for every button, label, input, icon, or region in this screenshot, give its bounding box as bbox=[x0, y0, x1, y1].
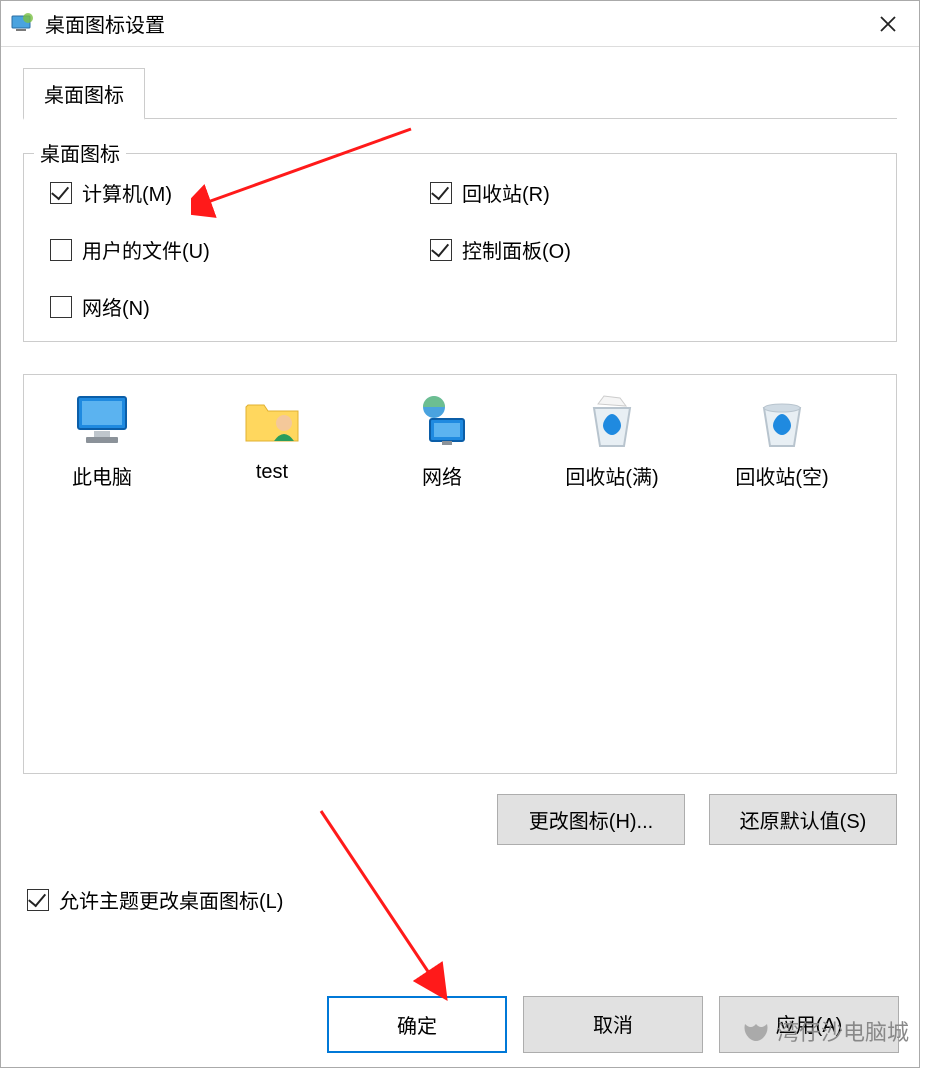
checkbox-icon bbox=[430, 239, 452, 261]
icon-item-network[interactable]: 网络 bbox=[378, 389, 506, 490]
recyclebin-empty-icon bbox=[718, 389, 846, 453]
recyclebin-full-icon bbox=[548, 389, 676, 453]
checkbox-userfiles[interactable]: 用户的文件(U) bbox=[50, 235, 420, 264]
dialog-window: 桌面图标设置 桌面图标 桌面图标 计算机(M) 回收站(R) bbox=[0, 0, 920, 1068]
app-icon bbox=[9, 11, 35, 37]
icon-label: 回收站(满) bbox=[548, 461, 676, 490]
icon-label: 回收站(空) bbox=[718, 461, 846, 490]
icon-preview-panel: 此电脑 test bbox=[23, 374, 897, 774]
content-area: 桌面图标 桌面图标 计算机(M) 回收站(R) 用户的文件(U) bbox=[1, 47, 919, 924]
close-button[interactable] bbox=[865, 1, 911, 47]
tab-underline bbox=[23, 118, 897, 119]
user-folder-icon bbox=[208, 389, 336, 453]
dialog-footer: 确定 取消 应用(A) bbox=[1, 996, 919, 1053]
checkbox-allow-theme[interactable]: 允许主题更改桌面图标(L) bbox=[23, 885, 897, 914]
group-legend: 桌面图标 bbox=[34, 138, 126, 167]
checkbox-icon bbox=[27, 889, 49, 911]
checkbox-label: 计算机(M) bbox=[82, 178, 172, 207]
checkbox-icon bbox=[430, 182, 452, 204]
button-label: 应用(A) bbox=[776, 1015, 843, 1037]
apply-button[interactable]: 应用(A) bbox=[719, 996, 899, 1053]
checkbox-icon bbox=[50, 296, 72, 318]
icon-label: 此电脑 bbox=[38, 461, 166, 490]
checkbox-icon bbox=[50, 182, 72, 204]
checkbox-icon bbox=[50, 239, 72, 261]
checkbox-label: 网络(N) bbox=[82, 292, 150, 321]
button-label: 更改图标(H)... bbox=[529, 811, 653, 833]
checkbox-label: 控制面板(O) bbox=[462, 235, 571, 264]
computer-icon bbox=[38, 389, 166, 453]
tab-label: 桌面图标 bbox=[44, 85, 124, 107]
network-icon bbox=[378, 389, 506, 453]
button-label: 还原默认值(S) bbox=[740, 811, 867, 833]
checkbox-label: 用户的文件(U) bbox=[82, 235, 210, 264]
checkbox-controlpanel[interactable]: 控制面板(O) bbox=[430, 235, 876, 264]
button-label: 取消 bbox=[593, 1015, 633, 1037]
checkbox-network[interactable]: 网络(N) bbox=[50, 292, 420, 321]
change-icon-button[interactable]: 更改图标(H)... bbox=[497, 794, 685, 845]
icon-label: 网络 bbox=[378, 461, 506, 490]
ok-button[interactable]: 确定 bbox=[327, 996, 507, 1053]
checkbox-computer[interactable]: 计算机(M) bbox=[50, 178, 420, 207]
tab-desktop-icons[interactable]: 桌面图标 bbox=[23, 68, 145, 120]
checkbox-grid: 计算机(M) 回收站(R) 用户的文件(U) 控制面板(O) 网络(N) bbox=[44, 178, 876, 321]
icon-item-recyclebin-full[interactable]: 回收站(满) bbox=[548, 389, 676, 490]
checkbox-label: 回收站(R) bbox=[462, 178, 550, 207]
icon-label: test bbox=[208, 461, 336, 484]
icon-button-row: 更改图标(H)... 还原默认值(S) bbox=[23, 794, 897, 845]
checkbox-recyclebin[interactable]: 回收站(R) bbox=[430, 178, 876, 207]
restore-default-button[interactable]: 还原默认值(S) bbox=[709, 794, 897, 845]
checkbox-label: 允许主题更改桌面图标(L) bbox=[59, 885, 283, 914]
icon-row: 此电脑 test bbox=[38, 389, 882, 490]
group-desktop-icons: 桌面图标 计算机(M) 回收站(R) 用户的文件(U) 控制面板(O) bbox=[23, 153, 897, 342]
cancel-button[interactable]: 取消 bbox=[523, 996, 703, 1053]
titlebar: 桌面图标设置 bbox=[1, 1, 919, 47]
button-label: 确定 bbox=[397, 1016, 437, 1038]
icon-item-this-pc[interactable]: 此电脑 bbox=[38, 389, 166, 490]
icon-item-recyclebin-empty[interactable]: 回收站(空) bbox=[718, 389, 846, 490]
icon-item-user[interactable]: test bbox=[208, 389, 336, 490]
window-title: 桌面图标设置 bbox=[45, 9, 165, 38]
